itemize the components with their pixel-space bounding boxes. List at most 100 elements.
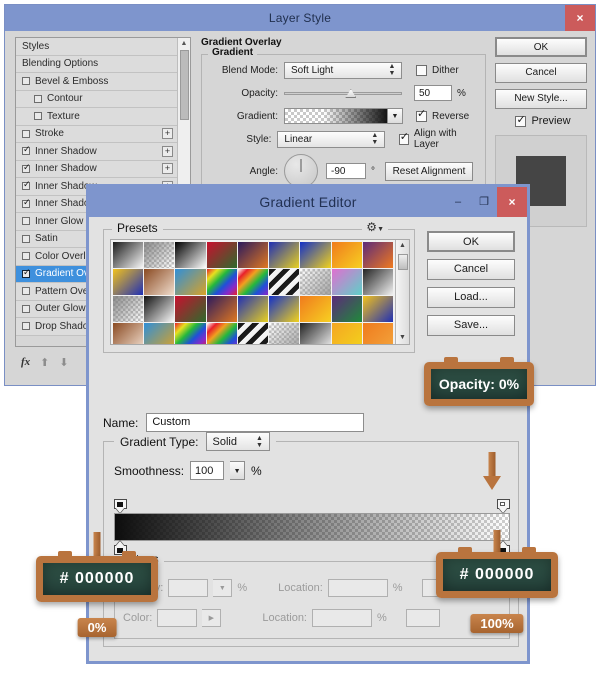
gradient-swatch[interactable] — [284, 108, 388, 124]
scrollbar-thumb[interactable] — [180, 50, 189, 120]
ge-ok-button[interactable]: OK — [427, 231, 515, 252]
stop-opacity-chevron-down-icon[interactable]: ▼ — [213, 579, 233, 597]
ge-load-button[interactable]: Load... — [427, 287, 515, 308]
effect-visibility-checkbox[interactable] — [22, 217, 30, 226]
opacity-stop-right[interactable] — [497, 499, 510, 513]
gear-icon[interactable]: ⚙▼ — [362, 220, 388, 237]
preset-swatch[interactable] — [237, 269, 269, 295]
effect-visibility-checkbox[interactable] — [22, 198, 31, 208]
effect-visibility-checkbox[interactable] — [22, 180, 31, 191]
preset-swatch[interactable] — [331, 242, 362, 268]
gradient-type-select[interactable]: Solid ▲ ▼ — [205, 432, 270, 451]
ge-cancel-button[interactable]: Cancel — [427, 259, 515, 280]
preset-swatch[interactable] — [362, 323, 393, 344]
stop-location-input-1[interactable] — [327, 579, 388, 597]
preset-swatch[interactable] — [300, 269, 331, 295]
move-down-icon[interactable]: ⬇ — [59, 356, 68, 369]
preset-swatch[interactable] — [113, 242, 144, 268]
preset-swatch[interactable] — [175, 323, 206, 344]
preset-swatch[interactable] — [269, 269, 300, 295]
stop-location-input-2[interactable] — [312, 609, 372, 627]
add-effect-icon[interactable]: + — [162, 145, 173, 157]
preset-swatch[interactable] — [362, 296, 393, 322]
effect-visibility-checkbox[interactable] — [22, 145, 31, 156]
preset-swatch[interactable] — [206, 242, 237, 268]
preset-swatch[interactable] — [113, 323, 144, 344]
presets-scrollbar-thumb[interactable] — [398, 254, 408, 270]
presets-scroll-up-icon[interactable]: ▲ — [396, 240, 409, 252]
scroll-up-icon[interactable]: ▲ — [178, 38, 190, 50]
effect-visibility-checkbox[interactable] — [22, 304, 30, 313]
reset-alignment-button[interactable]: Reset Alignment — [385, 161, 473, 181]
preset-swatch[interactable] — [300, 323, 331, 344]
style-select[interactable]: Linear ▲ ▼ — [277, 130, 385, 148]
presets-grid[interactable] — [111, 240, 395, 344]
presets-list[interactable]: ▲ ▼ — [110, 239, 410, 345]
ok-button[interactable]: OK — [495, 37, 587, 57]
fx-icon[interactable]: fx — [21, 356, 30, 368]
presets-scrollbar[interactable]: ▲ ▼ — [395, 240, 409, 344]
dither-checkbox[interactable]: Dither — [416, 64, 459, 76]
minimize-icon[interactable]: – — [445, 187, 471, 217]
preset-swatch[interactable] — [206, 269, 237, 295]
preset-swatch[interactable] — [362, 269, 393, 295]
effect-visibility-checkbox[interactable] — [22, 268, 31, 278]
preset-swatch[interactable] — [175, 242, 206, 268]
stop-opacity-input[interactable] — [168, 579, 209, 597]
preset-swatch[interactable] — [300, 296, 331, 322]
add-effect-icon[interactable]: + — [162, 163, 173, 175]
add-effect-icon[interactable]: + — [162, 128, 173, 140]
effect-visibility-checkbox[interactable] — [22, 252, 30, 261]
gradient-name-input[interactable]: Custom — [146, 413, 365, 432]
preset-swatch[interactable] — [206, 296, 237, 322]
preset-swatch[interactable] — [331, 269, 362, 295]
preset-swatch[interactable] — [206, 323, 237, 344]
opacity-slider[interactable] — [284, 85, 402, 101]
chevron-down-icon[interactable]: ▼ — [388, 108, 403, 124]
preset-swatch[interactable] — [237, 242, 269, 268]
blend-mode-select[interactable]: Soft Light ▲ ▼ — [284, 61, 402, 79]
preset-swatch[interactable] — [175, 269, 206, 295]
smoothness-input[interactable]: 100 — [190, 461, 225, 480]
move-up-icon[interactable]: ⬆ — [40, 356, 49, 369]
maximize-icon[interactable]: ❐ — [471, 187, 497, 217]
preset-swatch[interactable] — [331, 296, 362, 322]
effect-list-item[interactable]: Stroke + — [16, 125, 177, 143]
effect-visibility-checkbox[interactable] — [22, 163, 31, 173]
preset-swatch[interactable] — [269, 323, 300, 344]
preset-swatch[interactable] — [237, 323, 269, 344]
close-icon-2[interactable]: × — [497, 187, 527, 217]
opacity-stop-left[interactable] — [114, 499, 127, 513]
align-with-layer-checkbox[interactable]: Align with Layer — [398, 128, 477, 150]
reverse-checkbox[interactable]: Reverse — [416, 109, 469, 122]
effect-list-item[interactable]: Styles — [16, 38, 177, 56]
preset-swatch[interactable] — [269, 242, 300, 268]
ge-save-button[interactable]: Save... — [427, 315, 515, 336]
preset-swatch[interactable] — [144, 296, 175, 322]
preset-swatch[interactable] — [237, 296, 269, 322]
stop-color-chevron-right-icon[interactable]: ▶ — [202, 609, 222, 627]
preset-swatch[interactable] — [113, 296, 144, 322]
effect-visibility-checkbox[interactable] — [34, 112, 42, 121]
smoothness-chevron-down-icon[interactable]: ▼ — [230, 461, 246, 480]
gradient-preview-bar[interactable] — [114, 513, 510, 541]
angle-input[interactable]: -90 — [326, 163, 366, 179]
stop-color-swatch[interactable] — [157, 609, 198, 627]
preset-swatch[interactable] — [113, 269, 144, 295]
effect-list-item[interactable]: Bevel & Emboss — [16, 73, 177, 91]
opacity-input[interactable]: 50 — [414, 85, 452, 101]
effect-visibility-checkbox[interactable] — [22, 322, 30, 331]
effect-list-item[interactable]: Inner Shadow + — [16, 160, 177, 178]
cancel-button[interactable]: Cancel — [495, 63, 587, 83]
angle-dial[interactable] — [284, 154, 318, 188]
close-icon[interactable]: × — [565, 5, 595, 31]
effect-visibility-checkbox[interactable] — [34, 94, 42, 103]
preset-swatch[interactable] — [269, 296, 300, 322]
preset-swatch[interactable] — [144, 323, 175, 344]
preset-swatch[interactable] — [144, 269, 175, 295]
effect-visibility-checkbox[interactable] — [22, 77, 30, 86]
preset-swatch[interactable] — [300, 242, 331, 268]
effect-list-item[interactable]: Contour — [16, 90, 177, 108]
effect-list-item[interactable]: Inner Shadow + — [16, 143, 177, 161]
effect-list-item[interactable]: Texture — [16, 108, 177, 126]
